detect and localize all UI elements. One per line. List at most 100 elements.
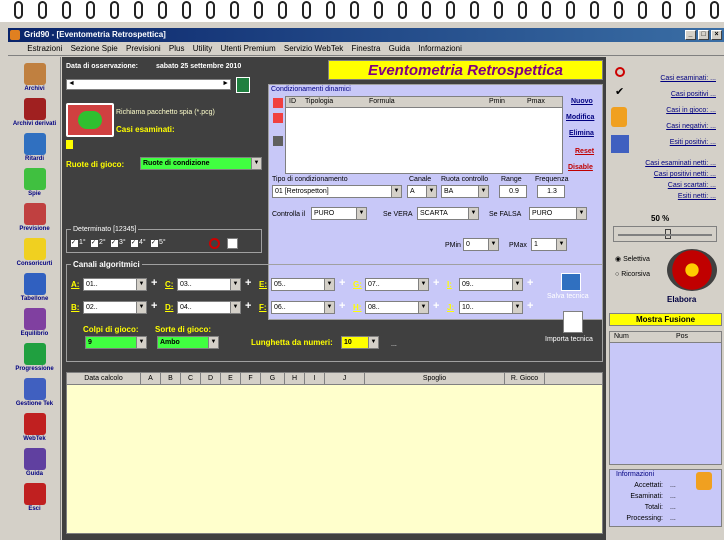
stat-link[interactable]: Casi in gioco: ... [666, 107, 716, 114]
calendar-icon[interactable] [236, 77, 250, 93]
close-button[interactable]: × [711, 30, 722, 40]
determinato-checkbox-2[interactable]: ✓ 2° [91, 239, 106, 247]
stat-link[interactable]: Casi positivi ... [671, 91, 716, 98]
menu-estrazioni[interactable]: Estrazioni [24, 42, 65, 56]
channel-select-f[interactable]: 06.. ▼ [271, 301, 335, 314]
sidebar-item-label: Archivi [24, 86, 45, 92]
channel-select[interactable]: A ▼ [407, 185, 437, 198]
menu-utenti-premium[interactable]: Utenti Premium [218, 42, 279, 56]
sidebar-item-progressione[interactable]: Progressione [8, 343, 61, 372]
stat-link[interactable]: Esiti positivi: ... [670, 139, 716, 146]
stat-link-net[interactable]: Esiti netti: ... [678, 193, 716, 200]
radio-selective[interactable]: ◉ Selettiva [615, 255, 650, 263]
load-packet-button[interactable] [66, 103, 114, 137]
check-all-box[interactable] [227, 238, 238, 249]
frequency-input[interactable]: 1.3 [537, 185, 565, 198]
sorts-select[interactable]: Ambo ▼ [157, 336, 219, 349]
menu-finestra[interactable]: Finestra [349, 42, 384, 56]
channel-select-g[interactable]: 07.. ▼ [365, 278, 429, 291]
channel-select-d[interactable]: 04.. ▼ [177, 301, 241, 314]
reset-button[interactable]: Reset [575, 148, 594, 155]
radio-recursive[interactable]: ○ Ricorsiva [615, 271, 650, 278]
stat-link[interactable]: Casi negativi: ... [666, 123, 716, 130]
channel-select-b[interactable]: 02.. ▼ [83, 301, 147, 314]
sidebar-item-archivi-derivati[interactable]: Archivi derivati [8, 98, 61, 127]
channel-select-i[interactable]: 09.. ▼ [459, 278, 523, 291]
stop-icon[interactable] [615, 67, 625, 77]
minimize-button[interactable]: _ [685, 30, 696, 40]
date-scrollbar[interactable]: ◄ ► [66, 79, 231, 90]
sidebar-item-previsione[interactable]: Previsione [8, 203, 61, 232]
sidebar-item-label: Equilibrio [20, 331, 49, 337]
wheels-select[interactable]: Ruote di condizione ▼ [140, 157, 262, 170]
length-select[interactable]: 10 ▼ [341, 336, 379, 349]
pmin-select[interactable]: 0 ▼ [463, 238, 499, 251]
channel-select-h[interactable]: 08.. ▼ [365, 301, 429, 314]
sidebar-item-esci[interactable]: Esci [8, 483, 61, 512]
sidebar-item-tabellone[interactable]: Tabellone [8, 273, 61, 302]
elabora-icon[interactable] [667, 249, 717, 291]
shots-select[interactable]: 9 ▼ [85, 336, 147, 349]
stat-link-net[interactable]: Casi esaminati netti: ... [645, 160, 716, 167]
range-input[interactable]: 0.9 [499, 185, 527, 198]
determinato-checkbox-5[interactable]: ✓ 5° [151, 239, 166, 247]
determinato-checkbox-1[interactable]: ✓ 1° [71, 239, 86, 247]
new-condition-button[interactable]: Nuovo [571, 98, 593, 105]
sidebar-item-guida[interactable]: Guida [8, 448, 61, 477]
sidebar-item-webtek[interactable]: WebTek [8, 413, 61, 442]
edit-condition-button[interactable]: Modifica [566, 114, 594, 121]
determinato-label: 1° [79, 239, 86, 246]
jar-icon[interactable] [611, 107, 627, 127]
channel-select-j[interactable]: 10.. ▼ [459, 301, 523, 314]
menu-sezione-spie[interactable]: Sezione Spie [68, 42, 121, 56]
save-condition-icon[interactable] [273, 136, 283, 146]
stat-link-net[interactable]: Casi scartati: ... [668, 182, 716, 189]
if-true-select[interactable]: SCARTA ▼ [417, 207, 479, 220]
menu-servizio-webtek[interactable]: Servizio WebTek [281, 42, 346, 56]
percent-slider[interactable] [613, 226, 717, 242]
pmax-select[interactable]: 1 ▼ [531, 238, 567, 251]
add-condition-icon[interactable] [273, 98, 283, 108]
restore-button[interactable]: □ [698, 30, 709, 40]
menu-informazioni[interactable]: Informazioni [415, 42, 465, 56]
channel-select-c[interactable]: 03.. ▼ [177, 278, 241, 291]
sidebar-item-equilibrio[interactable]: Equilibrio [8, 308, 61, 337]
stat-link-net[interactable]: Casi positivi netti: ... [654, 171, 716, 178]
wheel-control-select[interactable]: BA ▼ [441, 185, 489, 198]
sidebar-item-ritardi[interactable]: Ritardi [8, 133, 61, 162]
channel-select-e[interactable]: 05.. ▼ [271, 278, 335, 291]
if-false-select[interactable]: PURO ▼ [529, 207, 587, 220]
no-entry-icon[interactable] [209, 238, 220, 249]
book-tool-icon[interactable] [611, 135, 629, 153]
cond-type-select[interactable]: 01 [Retrospetton] ▼ [272, 185, 402, 198]
import-technique-icon[interactable] [563, 311, 583, 333]
fusion-table[interactable]: Num Pos [609, 331, 722, 465]
sidebar-item-archivi[interactable]: Archivi [8, 63, 61, 92]
determinato-checkbox-3[interactable]: ✓ 3° [111, 239, 126, 247]
scroll-right-icon[interactable]: ► [222, 80, 229, 87]
channel-select-a[interactable]: 01.. ▼ [83, 278, 147, 291]
elabora-label[interactable]: Elabora [667, 295, 696, 304]
remove-condition-icon[interactable] [273, 113, 283, 123]
menu-utility[interactable]: Utility [190, 42, 216, 56]
import-technique-label[interactable]: Importa tecnica [545, 336, 593, 343]
stat-link[interactable]: Casi esaminati: ... [660, 75, 716, 82]
disable-button[interactable]: Disable [568, 164, 593, 171]
results-table[interactable]: Data calcolo A B C D E F G H I J Spoglio R. Gioco [66, 372, 603, 534]
save-technique-label[interactable]: Salva tecnica [547, 293, 589, 300]
menu-plus[interactable]: Plus [166, 42, 188, 56]
delete-condition-button[interactable]: Elimina [569, 130, 594, 137]
sidebar-item-gestione-tek[interactable]: Gestione Tek [8, 378, 61, 407]
determinato-checkbox-4[interactable]: ✓ 4° [131, 239, 146, 247]
sidebar-item-spie[interactable]: Spie [8, 168, 61, 197]
conditions-table[interactable]: ID Tipologia Formula Pmin Pmax [285, 96, 563, 174]
chevron-down-icon: ▼ [512, 302, 522, 313]
menu-guida[interactable]: Guida [386, 42, 413, 56]
scroll-left-icon[interactable]: ◄ [68, 80, 75, 87]
menu-previsioni[interactable]: Previsioni [123, 42, 164, 56]
check-select[interactable]: PURO ▼ [311, 207, 367, 220]
jar-icon[interactable] [696, 472, 712, 490]
show-fusion-button[interactable]: Mostra Fusione [609, 313, 722, 326]
sidebar-item-consoricurti[interactable]: Consoricurti [8, 238, 61, 267]
save-technique-icon[interactable] [561, 273, 581, 291]
